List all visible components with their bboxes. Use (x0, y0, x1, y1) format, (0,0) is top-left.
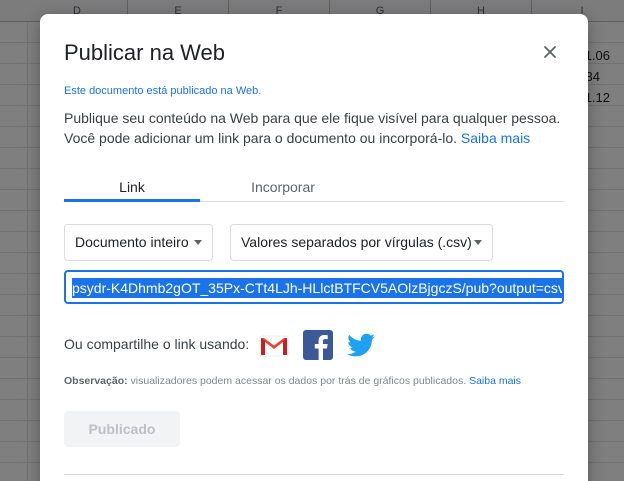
observation-label: Observação: (64, 375, 128, 387)
facebook-icon-graphic (303, 330, 333, 360)
section-divider (64, 474, 564, 475)
published-status-note: Este documento está publicado na Web. (64, 85, 262, 97)
publish-tabs: Link Incorporar (64, 174, 564, 202)
dialog-description: Publique seu conteúdo na Web para que el… (64, 108, 564, 148)
observation-text: visualizadores podem acessar os dados po… (127, 375, 470, 387)
observation-note: Observação: visualizadores podem acessar… (64, 375, 521, 387)
gmail-icon-graphic (259, 335, 289, 357)
publish-to-web-dialog: Publicar na Web Este documento está publ… (40, 14, 588, 481)
format-value: Valores separados por vírgulas (.csv) (241, 234, 472, 250)
chevron-down-icon (194, 240, 202, 245)
published-url-field[interactable]: psydr-K4Dhmb2gOT_35Px-CTt4LJh-HLlctBTFCV… (64, 270, 564, 304)
published-button: Publicado (64, 411, 180, 447)
chevron-down-icon (474, 240, 482, 245)
facebook-icon[interactable] (302, 329, 334, 361)
twitter-icon[interactable] (345, 329, 377, 361)
published-url-text: psydr-K4Dhmb2gOT_35Px-CTt4LJh-HLlctBTFCV… (72, 278, 562, 298)
tab-embed[interactable]: Incorporar (214, 174, 352, 202)
observation-learn-more-link[interactable]: Saiba mais (469, 375, 521, 387)
format-dropdown[interactable]: Valores separados por vírgulas (.csv) (230, 224, 493, 261)
twitter-icon-graphic (347, 333, 375, 357)
close-button[interactable] (542, 44, 558, 60)
document-scope-dropdown[interactable]: Documento inteiro (64, 224, 213, 261)
share-label: Ou compartilhe o link usando: (64, 336, 250, 352)
document-scope-value: Documento inteiro (75, 234, 189, 250)
tab-link[interactable]: Link (64, 174, 200, 202)
dialog-title: Publicar na Web (64, 40, 226, 65)
learn-more-link[interactable]: Saiba mais (461, 130, 530, 146)
close-icon (544, 46, 556, 58)
gmail-icon[interactable] (258, 329, 290, 361)
